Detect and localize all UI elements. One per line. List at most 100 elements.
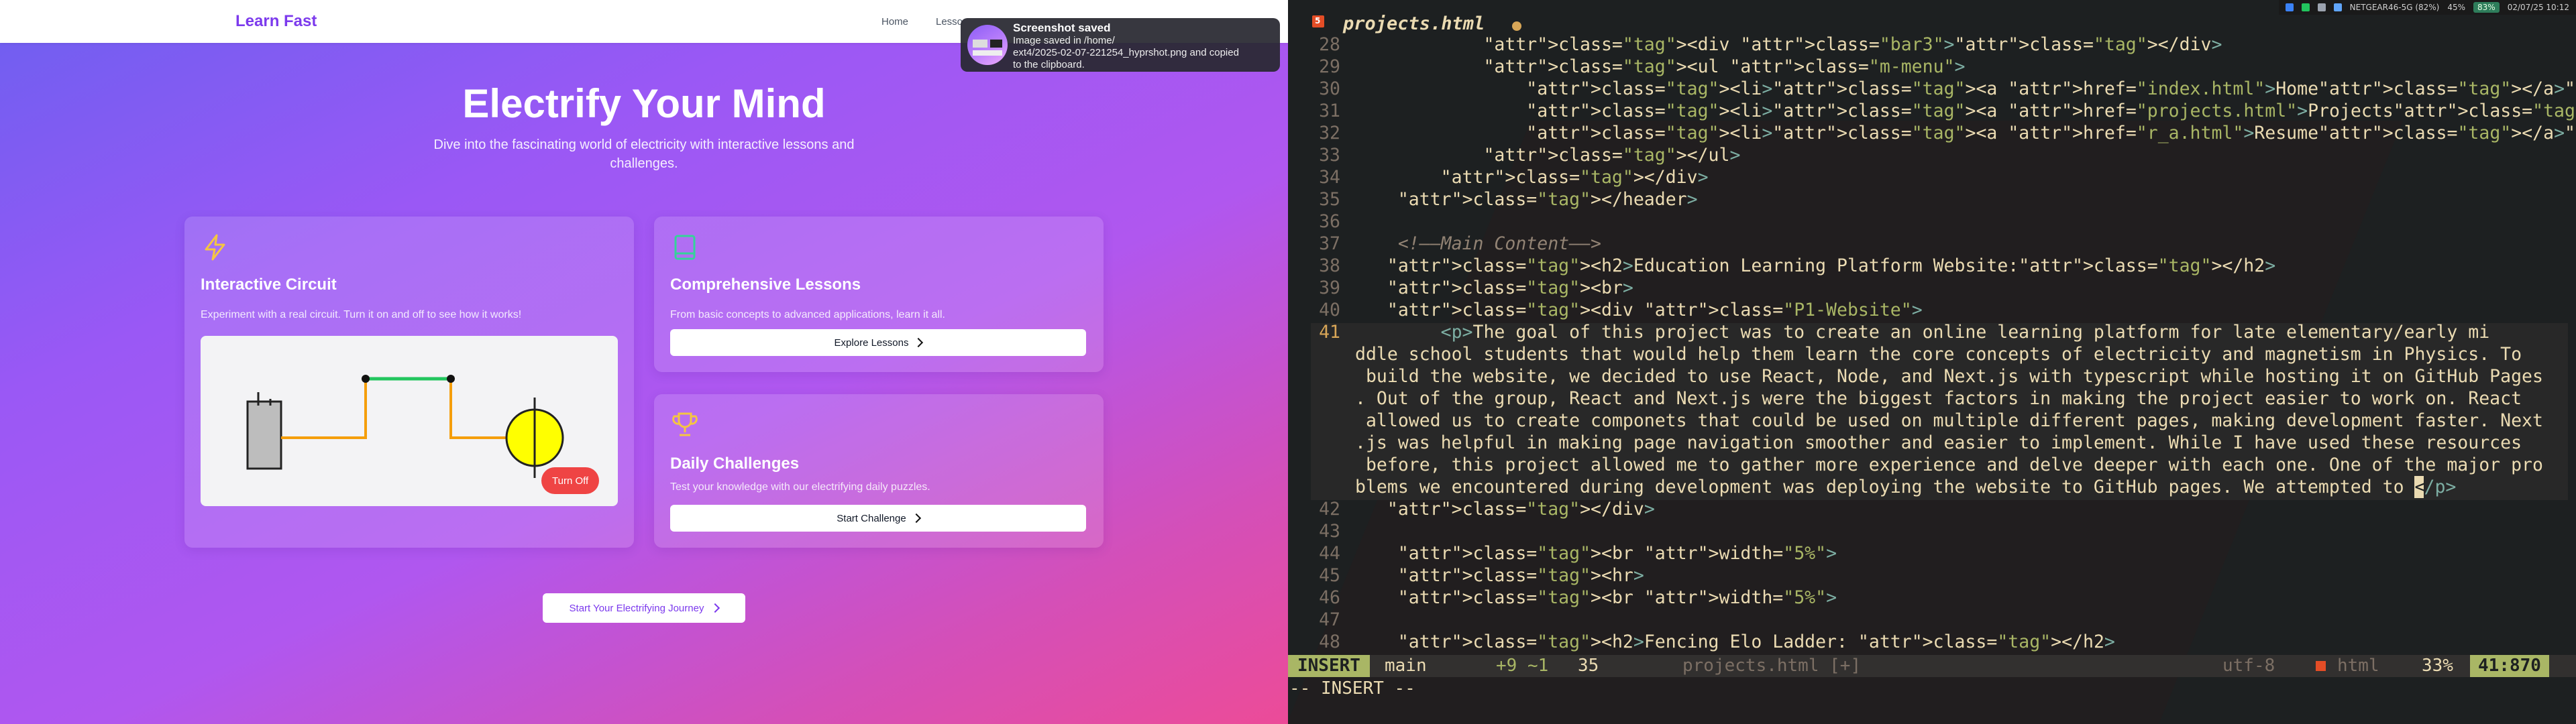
notification-line: to the clipboard.	[1013, 59, 1085, 70]
code-line[interactable]: 36	[1288, 210, 2576, 233]
system-status-bar: NETGEAR46-5G (82%) 45% 83% 02/07/25 10:1…	[2278, 0, 2576, 15]
line-number: 44	[1319, 543, 1340, 564]
line-content: "attr">class="tag"><br "attr">width="5%"…	[1397, 587, 1837, 608]
line-content: "attr">class="tag"><br "attr">width="5%"…	[1397, 543, 1837, 564]
code-line[interactable]: 37 <!——Main Content——>	[1288, 233, 2576, 255]
modified-indicator-icon	[1512, 21, 1521, 31]
button-label: Start Your Electrifying Journey	[569, 602, 704, 614]
text-cursor: <	[2414, 476, 2426, 498]
circuit-toggle-button[interactable]: Turn Off	[541, 467, 600, 494]
code-line-wrapped[interactable]: 41 <p>The goal of this project was to cr…	[1288, 321, 2576, 343]
code-line[interactable]: 48 "attr">class="tag"><h2>Fencing Elo La…	[1288, 631, 2576, 653]
line-content: "attr">class="tag"><ul "attr">class="m-m…	[1483, 56, 1966, 77]
code-line[interactable]: 30 "attr">class="tag"><li>"attr">class="…	[1288, 78, 2576, 100]
explore-lessons-button[interactable]: Explore Lessons	[670, 329, 1086, 356]
line-number: 34	[1319, 167, 1340, 188]
app-tray-icon[interactable]	[2317, 3, 2326, 11]
app-tray-icon[interactable]	[2333, 3, 2342, 11]
code-line[interactable]: 38 "attr">class="tag"><h2>Education Lear…	[1288, 255, 2576, 277]
code-line-wrapped[interactable]: before, this project allowed me to gathe…	[1288, 454, 2576, 476]
line-number: 47	[1319, 609, 1340, 630]
wifi-status[interactable]: NETGEAR46-5G (82%)	[2350, 3, 2440, 12]
code-line[interactable]: 35 "attr">class="tag"></header>	[1288, 188, 2576, 210]
line-content: "attr">class="tag"><br>	[1387, 278, 1633, 298]
code-line-wrapped[interactable]: . Out of the group, React and Next.js we…	[1288, 387, 2576, 410]
notification-line: ext4/2025-02-07-221254_hyprshot.png and …	[1013, 47, 1239, 58]
vim-statusline: INSERT main +9 ~1 35 projects.html [+] u…	[1288, 655, 2576, 677]
clock: 02/07/25 10:12	[2507, 3, 2569, 12]
nav-link-lessons[interactable]: Lesso	[936, 16, 963, 27]
code-line-wrapped[interactable]: build the website, we decided to use Rea…	[1288, 365, 2576, 387]
button-label: Explore Lessons	[834, 337, 909, 349]
line-content: "attr">class="tag"><li>"attr">class="tag…	[1526, 78, 2576, 99]
notification-body: Image saved in /home/ ext4/2025-02-07-22…	[1013, 35, 1275, 71]
lsp-diagnostics: 35	[1578, 656, 1599, 676]
line-number: 43	[1319, 521, 1340, 542]
vim-command-line[interactable]: -- INSERT --	[1289, 678, 1415, 699]
brand-logo[interactable]: Learn Fast	[235, 12, 317, 31]
chevron-right-icon	[710, 603, 720, 613]
line-content: before, this project allowed me to gathe…	[1355, 455, 2543, 475]
line-number: 45	[1319, 565, 1340, 586]
line-content: ddle school students that would help the…	[1355, 344, 2522, 365]
code-line[interactable]: 29 "attr">class="tag"><ul "attr">class="…	[1288, 56, 2576, 78]
circuit-diagram: Turn Off	[201, 336, 618, 506]
editor-tab-filename[interactable]: projects.html	[1343, 13, 1485, 34]
app-tray-icon[interactable]	[2301, 3, 2310, 11]
code-line[interactable]: 28 "attr">class="tag"><div "attr">class=…	[1288, 34, 2576, 56]
code-line-wrapped[interactable]: allowed us to create componets that coul…	[1288, 410, 2576, 432]
app-tray-icon[interactable]	[2285, 3, 2294, 11]
code-line[interactable]: 47	[1288, 609, 2576, 631]
cursor-position: 41:870	[2470, 655, 2549, 677]
line-number: 32	[1319, 123, 1340, 143]
terminal-pane: NETGEAR46-5G (82%) 45% 83% 02/07/25 10:1…	[1288, 0, 2576, 724]
code-line[interactable]: 32 "attr">class="tag"><li>"attr">class="…	[1288, 122, 2576, 144]
code-line[interactable]: 40 "attr">class="tag"><div "attr">class=…	[1288, 299, 2576, 321]
battery-shape	[246, 400, 282, 470]
screenshot-notification[interactable]: Screenshot saved Image saved in /home/ e…	[961, 18, 1280, 72]
mode-indicator: INSERT	[1288, 655, 1370, 677]
code-line-wrapped[interactable]: .js was helpful in making page navigatio…	[1288, 432, 2576, 454]
screenshot-thumbnail	[967, 25, 1008, 65]
start-journey-button[interactable]: Start Your Electrifying Journey	[543, 593, 745, 623]
code-line[interactable]: 44 "attr">class="tag"><br "attr">width="…	[1288, 542, 2576, 564]
chevron-right-icon	[914, 337, 924, 348]
line-content: allowed us to create componets that coul…	[1355, 410, 2543, 431]
code-line[interactable]: 33 "attr">class="tag"></ul>	[1288, 144, 2576, 166]
code-line[interactable]: 39 "attr">class="tag"><br>	[1288, 277, 2576, 299]
line-content: "attr">class="tag"></ul>	[1483, 145, 1741, 166]
trophy-icon	[672, 412, 698, 436]
code-line-wrapped[interactable]: ddle school students that would help the…	[1288, 343, 2576, 365]
line-number: 37	[1319, 233, 1340, 254]
volume-status[interactable]: 45%	[2447, 3, 2465, 12]
file-encoding: utf-8	[2222, 656, 2275, 676]
filetype: html	[2337, 656, 2379, 676]
start-challenge-button[interactable]: Start Challenge	[670, 505, 1086, 532]
code-buffer[interactable]: 28 "attr">class="tag"><div "attr">class=…	[1288, 34, 2576, 653]
nav-link-home[interactable]: Home	[881, 16, 908, 27]
code-line-wrapped[interactable]: blems we encountered during development …	[1288, 476, 2576, 498]
card-lessons: Comprehensive Lessons From basic concept…	[654, 217, 1104, 372]
card-interactive-circuit: Interactive Circuit Experiment with a re…	[184, 217, 634, 548]
wire-left	[281, 377, 527, 439]
line-content: <!——Main Content——>	[1397, 233, 1601, 254]
line-number: 41	[1319, 322, 1340, 343]
line-number: 36	[1319, 211, 1340, 232]
code-line[interactable]: 45 "attr">class="tag"><hr>	[1288, 564, 2576, 587]
notification-title: Screenshot saved	[1013, 21, 1111, 34]
line-content: <p>The goal of this project was to creat…	[1440, 322, 2490, 343]
html-file-icon	[1312, 15, 1324, 27]
line-number: 30	[1319, 78, 1340, 99]
code-line[interactable]: 46 "attr">class="tag"><br "attr">width="…	[1288, 587, 2576, 609]
line-content: "attr">class="tag"></div>	[1387, 499, 1655, 520]
book-icon	[674, 235, 696, 260]
code-line[interactable]: 31 "attr">class="tag"><li>"attr">class="…	[1288, 100, 2576, 122]
line-number: 40	[1319, 300, 1340, 320]
card-title: Comprehensive Lessons	[670, 276, 861, 294]
code-line[interactable]: 43	[1288, 520, 2576, 542]
code-line[interactable]: 34 "attr">class="tag"></div>	[1288, 166, 2576, 188]
code-line[interactable]: 42 "attr">class="tag"></div>	[1288, 498, 2576, 520]
line-content: . Out of the group, React and Next.js we…	[1355, 388, 2522, 409]
line-content: "attr">class="tag"><li>"attr">class="tag…	[1526, 101, 2576, 121]
line-number: 42	[1319, 499, 1340, 520]
